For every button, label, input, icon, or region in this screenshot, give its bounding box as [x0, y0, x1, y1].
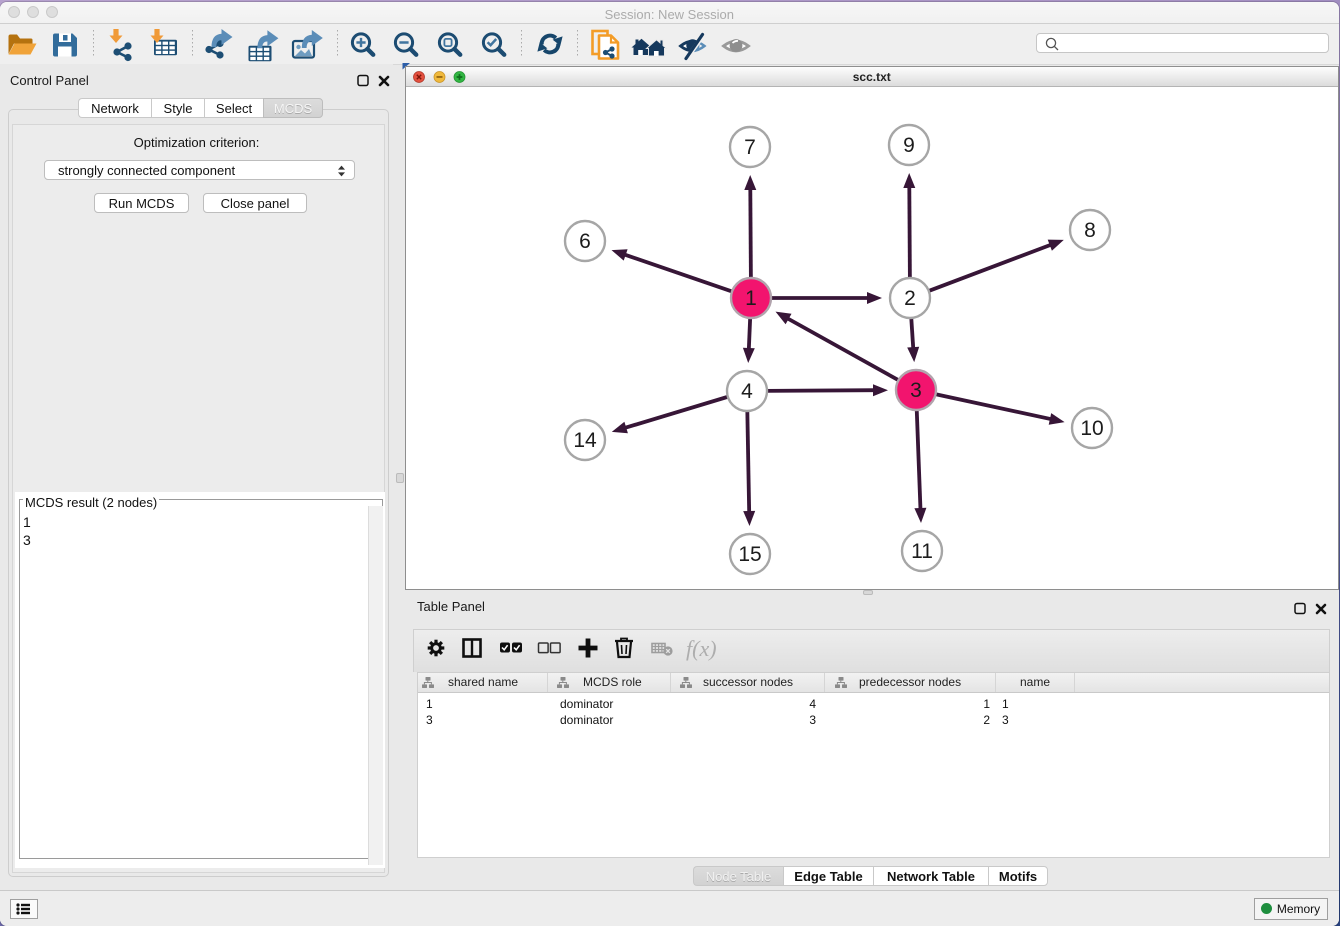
- svg-text:14: 14: [573, 429, 597, 452]
- svg-text:8: 8: [1084, 219, 1096, 242]
- svg-text:3: 3: [910, 379, 922, 402]
- svg-text:7: 7: [744, 136, 756, 159]
- svg-text:15: 15: [738, 543, 761, 566]
- svg-text:9: 9: [903, 134, 915, 157]
- svg-text:2: 2: [904, 287, 916, 310]
- svg-text:10: 10: [1080, 417, 1103, 440]
- svg-text:1: 1: [745, 287, 757, 310]
- svg-text:4: 4: [741, 380, 753, 403]
- svg-text:6: 6: [579, 230, 591, 253]
- svg-text:f(x): f(x): [686, 636, 717, 661]
- svg-text:11: 11: [911, 540, 933, 563]
